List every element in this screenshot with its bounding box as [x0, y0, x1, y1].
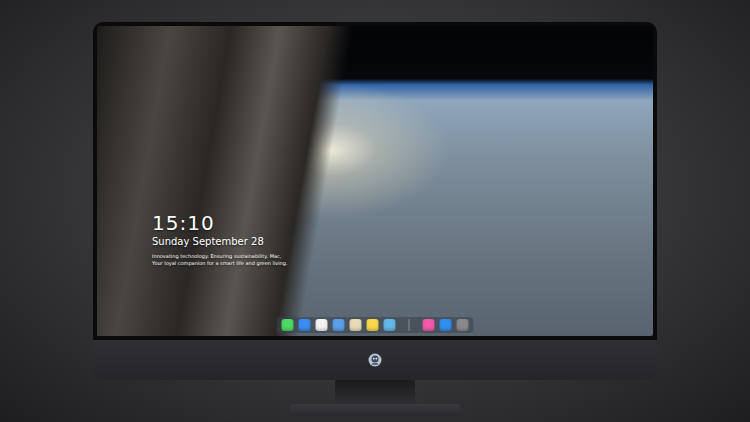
monitor: 15:10 Sunday September 28 Innovating tec…	[93, 22, 657, 380]
dock-app-icon[interactable]	[282, 319, 294, 331]
clock-time: 15:10	[152, 212, 288, 234]
dock-app-icon[interactable]	[384, 319, 396, 331]
dock-app-icon[interactable]	[423, 319, 435, 331]
dock	[277, 317, 474, 333]
dock-separator	[409, 319, 410, 331]
stand-neck	[335, 380, 415, 404]
clock-date: Sunday September 28	[152, 236, 288, 248]
tagline-line: Your loyal companion for a smart life an…	[152, 260, 288, 267]
dock-app-icon[interactable]	[350, 319, 362, 331]
monitor-chin	[93, 340, 657, 380]
dock-app-icon[interactable]	[440, 319, 452, 331]
dock-app-icon[interactable]	[457, 319, 469, 331]
tagline-line: Innovating technology. Ensuring sustaina…	[152, 253, 288, 260]
wallpaper-photo	[97, 26, 653, 336]
dock-app-icon[interactable]	[299, 319, 311, 331]
mascot-logo-icon	[368, 353, 382, 367]
tagline: Innovating technology. Ensuring sustaina…	[152, 253, 288, 266]
mockup-scene: 15:10 Sunday September 28 Innovating tec…	[0, 0, 750, 422]
monitor-bezel: 15:10 Sunday September 28 Innovating tec…	[93, 22, 657, 340]
desktop-screen: 15:10 Sunday September 28 Innovating tec…	[97, 26, 653, 336]
dock-app-icon[interactable]	[367, 319, 379, 331]
dock-app-icon[interactable]	[333, 319, 345, 331]
dock-app-icon[interactable]	[316, 319, 328, 331]
stand-base	[290, 404, 460, 416]
lock-clock: 15:10 Sunday September 28 Innovating tec…	[152, 212, 288, 266]
